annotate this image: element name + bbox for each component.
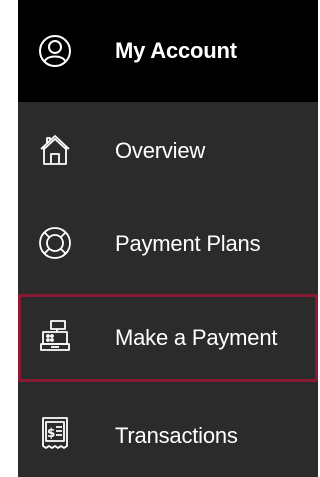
- cash-register-icon: [38, 319, 72, 353]
- account-sidebar: My Account Overview Payment Plans Make a…: [18, 0, 318, 477]
- home-icon: [38, 133, 72, 167]
- my-account-header[interactable]: My Account: [18, 0, 318, 102]
- sidebar-item-label: Overview: [115, 138, 206, 163]
- sidebar-item-payment-plans[interactable]: Payment Plans: [18, 198, 318, 294]
- sidebar-item-make-a-payment[interactable]: Make a Payment: [18, 294, 318, 382]
- sidebar-item-transactions[interactable]: $ Transactions: [18, 382, 318, 477]
- sidebar-item-label: Transactions: [115, 423, 238, 448]
- user-circle-icon: [38, 34, 72, 68]
- sidebar-item-label: Payment Plans: [115, 231, 261, 256]
- lifebuoy-icon: [38, 226, 72, 260]
- sidebar-item-label: Make a Payment: [115, 325, 278, 350]
- svg-text:$: $: [47, 426, 55, 440]
- my-account-title: My Account: [115, 38, 237, 63]
- receipt-icon: $: [38, 416, 72, 450]
- sidebar-item-overview[interactable]: Overview: [18, 102, 318, 198]
